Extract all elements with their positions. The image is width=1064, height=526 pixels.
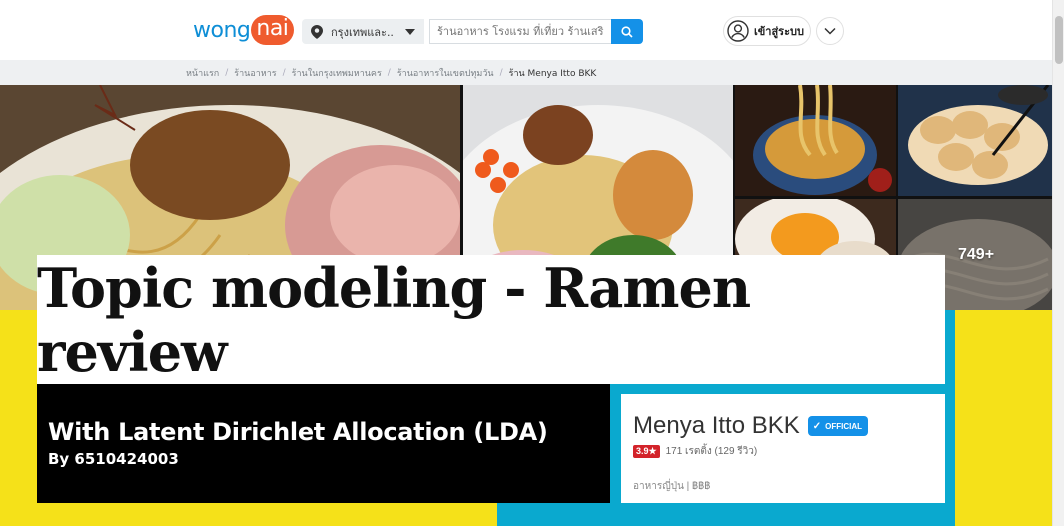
- location-select[interactable]: กรุงเทพและ...: [302, 19, 424, 44]
- search-icon: [621, 25, 633, 38]
- login-button[interactable]: เข้าสู่ระบบ: [723, 16, 811, 46]
- rating-row: 3.9★ 171 เรตติ้ง (129 รีวิว): [633, 444, 945, 459]
- slide-subtitle-box: With Latent Dirichlet Allocation (LDA) B…: [37, 384, 610, 503]
- breadcrumb-item-restaurants[interactable]: ร้านอาหาร: [234, 66, 276, 80]
- breadcrumb-item-city[interactable]: ร้านในกรุงเทพมหานคร: [292, 66, 382, 80]
- slide-yellow-bottom: [0, 503, 497, 526]
- slide-author: By 6510424003: [48, 450, 179, 468]
- page-scrollbar[interactable]: [1052, 0, 1064, 526]
- breadcrumb-item-current: ร้าน Menya Itto BKK: [508, 68, 597, 79]
- official-badge: ✓ OFFICIAL: [807, 416, 869, 436]
- logo-text-wong: wong: [193, 17, 251, 43]
- slide-title: Topic modeling - Ramen review: [37, 255, 751, 384]
- slide-yellow-right: [955, 310, 1052, 526]
- restaurant-name-row: Menya Itto BKK ✓ OFFICIAL: [633, 412, 945, 440]
- wongnai-logo[interactable]: wong nai: [193, 14, 295, 46]
- gallery-more-count[interactable]: 749+: [958, 246, 994, 264]
- location-pin-icon: [311, 24, 323, 39]
- gallery-photo-4[interactable]: [898, 85, 1052, 196]
- gallery-photo-3[interactable]: [735, 85, 896, 196]
- breadcrumb-separator: /: [499, 67, 503, 78]
- restaurant-card: Menya Itto BKK ✓ OFFICIAL 3.9★ 171 เรตติ…: [621, 394, 945, 503]
- rating-score-badge[interactable]: 3.9★: [633, 445, 660, 458]
- official-badge-label: OFFICIAL: [825, 421, 863, 431]
- breadcrumb-item-district[interactable]: ร้านอาหารในเขตปทุมวัน: [397, 66, 494, 80]
- review-count[interactable]: 171 เรตติ้ง (129 รีวิว): [666, 444, 758, 459]
- logo-text-nai: nai: [251, 15, 295, 45]
- star-icon: ★: [648, 446, 657, 456]
- caret-down-icon: [405, 28, 415, 35]
- scrollbar-thumb[interactable]: [1055, 16, 1063, 64]
- more-menu-button[interactable]: [816, 17, 844, 45]
- breadcrumb-item-home[interactable]: หน้าแรก: [186, 66, 219, 80]
- slide-subtitle: With Latent Dirichlet Allocation (LDA): [48, 418, 548, 446]
- search-input[interactable]: [429, 19, 611, 44]
- top-navbar: wongnai กรุงเทพและ... เข้าสู่ระบบ: [0, 0, 1052, 60]
- restaurant-name: Menya Itto BKK: [633, 412, 800, 439]
- login-label: เข้าสู่ระบบ: [754, 25, 804, 38]
- restaurant-category: อาหารญี่ปุ่น | ฿฿฿: [633, 481, 711, 492]
- breadcrumb: หน้าแรก / ร้านอาหาร / ร้านในกรุงเทพมหานค…: [0, 60, 1052, 85]
- search-button[interactable]: [611, 19, 643, 44]
- slide-yellow-left: [0, 310, 37, 526]
- chevron-down-icon: [824, 27, 836, 35]
- breadcrumb-separator: /: [225, 67, 229, 78]
- breadcrumb-separator: /: [282, 67, 286, 78]
- slide-title-box: Topic modeling - Ramen review: [37, 255, 945, 384]
- location-value: กรุงเทพและ...: [331, 25, 395, 39]
- page: wongnai กรุงเทพและ... เข้าสู่ระบบ หน้าแร…: [0, 0, 1064, 526]
- breadcrumb-separator: /: [387, 67, 391, 78]
- user-icon: [727, 20, 749, 42]
- check-icon: ✓: [812, 420, 822, 432]
- rating-score: 3.9: [636, 446, 649, 456]
